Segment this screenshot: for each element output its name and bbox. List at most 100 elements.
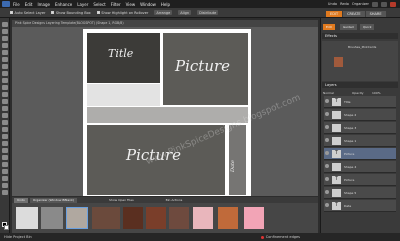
bin-thumbnail[interactable] — [41, 207, 63, 229]
tab-guided[interactable]: Guided — [340, 24, 357, 30]
effects-panel-header[interactable]: Effects — [322, 33, 398, 39]
layer-row[interactable]: T Date — [324, 200, 396, 212]
pencil-tool-icon[interactable] — [2, 134, 8, 139]
lasso-tool-icon[interactable] — [2, 57, 8, 62]
tab-full-edit[interactable]: Edit — [323, 24, 335, 30]
document-tab[interactable]: Pink Spice Designs Layering Template(BLO… — [12, 20, 318, 27]
bin-thumbnail[interactable] — [193, 207, 213, 229]
tab-edit[interactable]: EDIT — [326, 11, 343, 17]
bin-actions-label[interactable]: Bin Actions — [166, 198, 183, 202]
eye-icon[interactable] — [325, 151, 329, 155]
bin-thumbnail[interactable] — [16, 207, 38, 229]
shape-tool-icon[interactable] — [2, 169, 8, 174]
organizer-button[interactable]: Organizer — [352, 2, 369, 6]
layers-panel-header[interactable]: Layers — [322, 82, 398, 88]
menu-help[interactable]: Help — [161, 2, 170, 7]
eye-icon[interactable] — [325, 138, 329, 142]
layer-row[interactable]: T Picture — [324, 174, 396, 186]
layer-row[interactable]: Shape 3 — [324, 122, 396, 134]
menu-filter[interactable]: Filter — [111, 2, 121, 7]
show-open-files-label[interactable]: Show Open Files — [109, 198, 134, 202]
layer-row-selected[interactable]: T Picture — [324, 148, 396, 160]
eye-icon[interactable] — [325, 99, 329, 103]
blend-mode-select[interactable]: Normal — [323, 91, 334, 95]
checkbox-icon[interactable] — [10, 11, 13, 14]
eye-icon[interactable] — [325, 190, 329, 194]
tab-share[interactable]: SHARE — [365, 11, 386, 17]
undo-button[interactable]: Undo — [328, 2, 337, 6]
straighten-tool-icon[interactable] — [2, 99, 8, 104]
paint-bucket-tool-icon[interactable] — [2, 155, 8, 160]
menu-enhance[interactable]: Enhance — [55, 2, 72, 7]
bin-thumbnail[interactable] — [218, 207, 238, 229]
bin-thumbnail[interactable] — [92, 207, 120, 229]
close-icon[interactable] — [390, 1, 396, 7]
layer-thumbnail — [332, 189, 341, 197]
tab-create[interactable]: CREATE — [343, 11, 365, 17]
align-button[interactable]: Align — [178, 10, 192, 15]
red-eye-tool-icon[interactable] — [2, 106, 8, 111]
hide-project-bin-button[interactable]: Hide Project Bin — [4, 235, 32, 239]
eraser-tool-icon[interactable] — [2, 127, 8, 132]
marquee-tool-icon[interactable] — [2, 50, 8, 55]
layer-row[interactable]: Shape 5 — [324, 187, 396, 199]
brush-tool-icon[interactable] — [2, 141, 8, 146]
spot-healing-tool-icon[interactable] — [2, 113, 8, 118]
background-color-swatch[interactable] — [4, 225, 9, 230]
bin-thumbnail[interactable] — [123, 207, 143, 229]
accent-strip-gray[interactable] — [87, 107, 248, 123]
menu-view[interactable]: View — [126, 2, 136, 7]
redo-button[interactable]: Redo — [340, 2, 349, 6]
bin-thumbnail[interactable] — [146, 207, 166, 229]
cookie-cutter-tool-icon[interactable] — [2, 92, 8, 97]
sponge-tool-icon[interactable] — [2, 183, 8, 188]
show-highlight-option[interactable]: Show Highlight on Rollover — [96, 11, 148, 15]
eye-icon[interactable] — [325, 112, 329, 116]
move-tool-icon[interactable] — [2, 22, 8, 27]
bin-thumbnail-selected[interactable] — [66, 207, 88, 229]
crop-tool-icon[interactable] — [2, 85, 8, 90]
magic-wand-tool-icon[interactable] — [2, 64, 8, 69]
maximize-icon[interactable] — [381, 1, 387, 7]
eye-icon[interactable] — [325, 164, 329, 168]
menu-file[interactable]: File — [13, 2, 20, 7]
smart-brush-tool-icon[interactable] — [2, 148, 8, 153]
gradient-tool-icon[interactable] — [2, 162, 8, 167]
bin-thumbnail[interactable] — [244, 207, 264, 229]
eye-icon[interactable] — [325, 177, 329, 181]
bin-thumbnail[interactable] — [169, 207, 189, 229]
eye-icon[interactable] — [325, 125, 329, 129]
menu-select[interactable]: Select — [93, 2, 105, 7]
dodge-tool-icon[interactable] — [2, 190, 8, 195]
checkbox-icon[interactable] — [51, 11, 55, 14]
menu-layer[interactable]: Layer — [77, 2, 88, 7]
menu-edit[interactable]: Edit — [25, 2, 33, 7]
tab-organizer[interactable]: Organizer (Window BBlank) — [29, 197, 78, 203]
blur-tool-icon[interactable] — [2, 176, 8, 181]
auto-select-layer-option[interactable]: Auto Select Layer — [10, 11, 45, 15]
menu-image[interactable]: Image — [37, 2, 50, 7]
minimize-icon[interactable] — [372, 1, 378, 7]
layer-row[interactable]: Shape 4 — [324, 161, 396, 173]
zoom-tool-icon[interactable] — [2, 29, 8, 34]
distribute-button[interactable]: Distribute — [197, 10, 219, 15]
layer-row[interactable]: Shape 2 — [324, 109, 396, 121]
checkbox-icon[interactable] — [96, 11, 100, 14]
tab-project-bin[interactable]: Undo — [14, 197, 28, 203]
type-tool-icon[interactable] — [2, 78, 8, 83]
accent-strip-light[interactable] — [87, 84, 160, 106]
tab-quick[interactable]: Quick — [360, 24, 375, 30]
layer-row[interactable]: T Title — [324, 96, 396, 108]
effect-thumbnail[interactable] — [334, 57, 343, 67]
opacity-value[interactable]: 100% — [372, 91, 381, 95]
effects-item-label[interactable]: Brushes_PinkCards — [348, 45, 376, 49]
quick-selection-tool-icon[interactable] — [2, 71, 8, 76]
show-bounding-box-option[interactable]: Show Bounding Box — [51, 11, 91, 15]
clone-stamp-tool-icon[interactable] — [2, 120, 8, 125]
hand-tool-icon[interactable] — [2, 36, 8, 41]
eye-icon[interactable] — [325, 203, 329, 207]
menu-window[interactable]: Window — [140, 2, 156, 7]
eyedropper-tool-icon[interactable] — [2, 43, 8, 48]
layer-row[interactable]: Shape 1 — [324, 135, 396, 147]
arrange-button[interactable]: Arrange — [154, 10, 173, 15]
